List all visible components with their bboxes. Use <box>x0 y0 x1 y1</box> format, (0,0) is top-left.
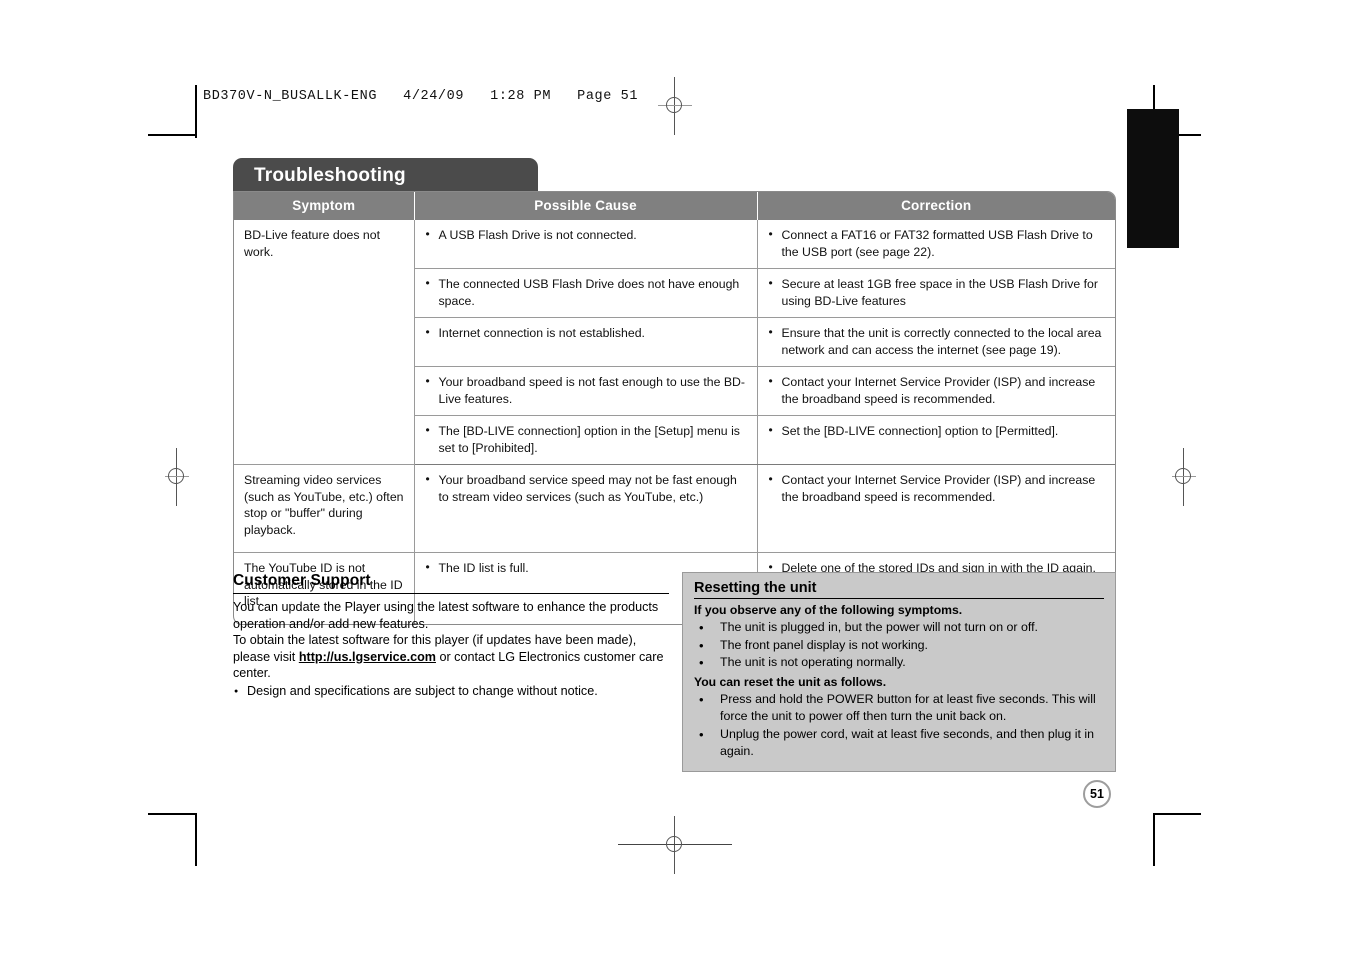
table-row: Streaming video services (such as YouTub… <box>234 464 1115 553</box>
correction-text: Set the [BD-LIVE connection] option to [… <box>768 422 1106 440</box>
correction-text: Secure at least 1GB free space in the US… <box>768 275 1106 309</box>
resetting-symptom-item: The unit is plugged in, but the power wi… <box>694 619 1104 637</box>
table-row: BD-Live feature does not work. A USB Fla… <box>234 220 1115 465</box>
resetting-symptom-item: The unit is not operating normally. <box>694 654 1104 672</box>
page-number-badge: 51 <box>1083 780 1111 808</box>
cell-correction: Contact your Internet Service Provider (… <box>757 366 1115 416</box>
cell-correction: Connect a FAT16 or FAT32 formatted USB F… <box>757 220 1115 269</box>
cell-cause: The [BD-LIVE connection] option in the [… <box>414 415 758 465</box>
customer-support-section: Customer Support You can update the Play… <box>233 572 669 699</box>
cell-symptom: Streaming video services (such as YouTub… <box>234 464 415 553</box>
customer-support-heading: Customer Support <box>233 572 669 594</box>
correction-text: Ensure that the unit is correctly connec… <box>768 324 1106 358</box>
cause-text: Your broadband speed is not fast enough … <box>425 373 747 407</box>
cell-correction: Set the [BD-LIVE connection] option to [… <box>757 415 1115 465</box>
resetting-subheading-symptoms: If you observe any of the following symp… <box>694 603 963 617</box>
cell-symptom: BD-Live feature does not work. <box>234 220 415 465</box>
page-number: 51 <box>1090 787 1104 801</box>
page-title: Troubleshooting <box>254 165 406 186</box>
cause-text: The connected USB Flash Drive does not h… <box>425 275 747 309</box>
resetting-heading: Resetting the unit <box>694 580 1104 599</box>
cell-cause: A USB Flash Drive is not connected. <box>414 220 758 269</box>
lg-service-link[interactable]: http://us.lgservice.com <box>299 650 436 664</box>
cause-text: The [BD-LIVE connection] option in the [… <box>425 422 747 456</box>
resetting-step-item: Unplug the power cord, wait at least fiv… <box>694 726 1104 761</box>
correction-text: Contact your Internet Service Provider (… <box>768 373 1106 407</box>
cell-cause: Your broadband speed is not fast enough … <box>414 366 758 416</box>
troubleshooting-table: Symptom Possible Cause Correction BD-Liv… <box>234 192 1115 624</box>
cell-cause: Your broadband service speed may not be … <box>414 464 758 553</box>
customer-support-paragraph-1: You can update the Player using the late… <box>233 600 659 631</box>
correction-text: Connect a FAT16 or FAT32 formatted USB F… <box>768 226 1106 260</box>
page-content: Troubleshooting Symptom Possible Cause C… <box>0 0 1351 954</box>
customer-support-body: You can update the Player using the late… <box>233 599 669 699</box>
cell-cause: Internet connection is not established. <box>414 317 758 367</box>
section-title-tab: Troubleshooting <box>233 158 538 194</box>
column-header-symptom: Symptom <box>234 192 415 220</box>
cause-text: A USB Flash Drive is not connected. <box>425 226 747 244</box>
resetting-subheading-steps: You can reset the unit as follows. <box>694 674 887 689</box>
column-header-correction: Correction <box>757 192 1115 220</box>
cause-text: Internet connection is not established. <box>425 324 747 342</box>
cell-correction: Contact your Internet Service Provider (… <box>757 464 1115 553</box>
cell-correction: Secure at least 1GB free space in the US… <box>757 268 1115 318</box>
resetting-step-item: Press and hold the POWER button for at l… <box>694 691 1104 726</box>
troubleshooting-table-wrapper: Symptom Possible Cause Correction BD-Liv… <box>233 191 1116 625</box>
correction-text: Contact your Internet Service Provider (… <box>768 471 1106 505</box>
resetting-symptom-item: The front panel display is not working. <box>694 637 1104 655</box>
column-header-possible-cause: Possible Cause <box>414 192 758 220</box>
cell-correction: Ensure that the unit is correctly connec… <box>757 317 1115 367</box>
cause-text: Your broadband service speed may not be … <box>425 471 747 505</box>
table-header-row: Symptom Possible Cause Correction <box>234 192 1115 220</box>
cell-cause: The connected USB Flash Drive does not h… <box>414 268 758 318</box>
customer-support-note: Design and specifications are subject to… <box>233 683 669 700</box>
customer-support-paragraph-2: To obtain the latest software for this p… <box>233 632 669 682</box>
resetting-the-unit-box: Resetting the unit If you observe any of… <box>682 572 1116 772</box>
